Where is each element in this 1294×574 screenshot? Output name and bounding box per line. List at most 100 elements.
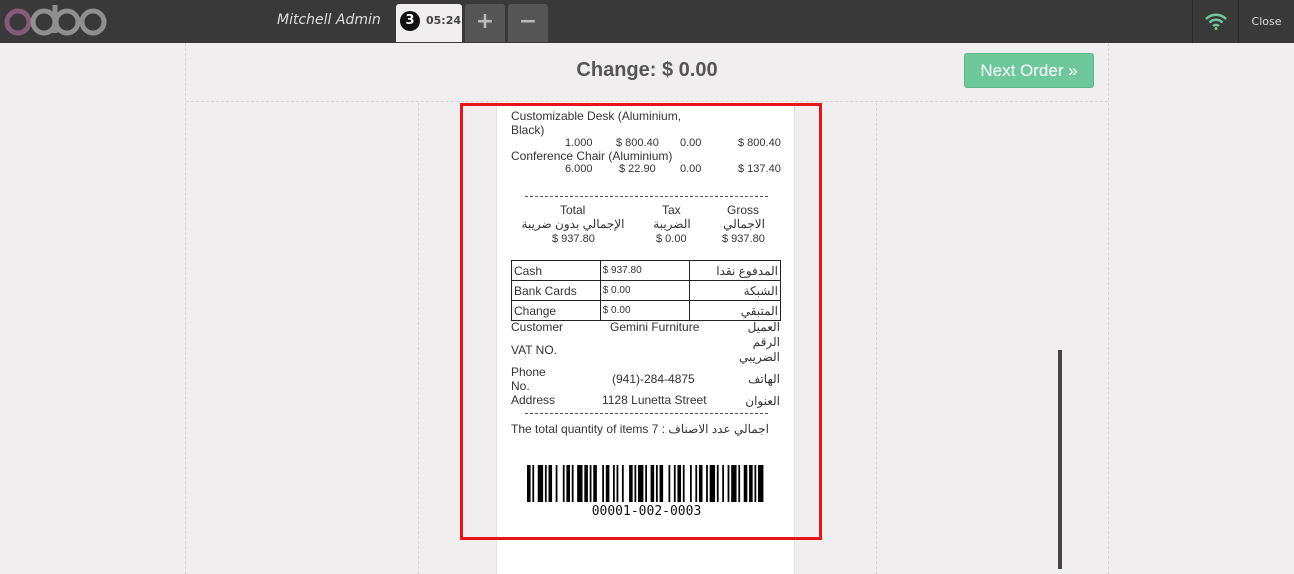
phone-label: No. — [511, 379, 530, 393]
barcode-bar — [698, 465, 703, 502]
next-order-button[interactable]: Next Order » — [964, 53, 1094, 88]
add-order-button[interactable]: + — [465, 4, 505, 42]
line-product-name: Customizable Desk (Aluminium, — [511, 109, 682, 123]
line-total: $ 137.40 — [738, 163, 781, 175]
barcode-bar — [716, 465, 719, 502]
summary-gross-value: $ 937.80 — [722, 233, 765, 245]
summary-total-label: Total — [560, 203, 586, 217]
order-number-badge: 3 — [400, 11, 420, 31]
barcode-bar — [548, 465, 553, 502]
barcode-bar — [659, 465, 664, 502]
vat-label-ar: الضريبي — [739, 350, 780, 364]
payments-table: Cash $ 937.80 المدفوع نقدا Bank Cards $ … — [511, 260, 781, 321]
payment-label: Change — [511, 300, 601, 321]
barcode-bar — [612, 465, 615, 502]
line-tax: 0.00 — [680, 163, 702, 175]
line-price: $ 22.90 — [619, 163, 656, 175]
summary-tax-value: $ 0.00 — [656, 233, 687, 245]
barcode-bar — [689, 465, 692, 502]
barcode-bar — [589, 465, 592, 502]
payment-amount: $ 0.00 — [599, 300, 691, 321]
barcode-bar — [638, 465, 644, 502]
summary-total-label-ar: الإجمالي بدون ضريبة — [521, 217, 625, 231]
receipt-screen-header: Change: $ 0.00 Next Order » — [186, 43, 1108, 102]
customer-label: Customer — [511, 320, 564, 334]
barcode-bar — [743, 465, 748, 502]
remove-order-button[interactable]: − — [508, 4, 548, 42]
barcode-bar — [605, 465, 610, 502]
phone-label: Phone — [511, 365, 546, 379]
barcode-bar — [727, 465, 730, 502]
address-label-ar: العنوان — [745, 394, 780, 408]
total-quantity: The total quantity of items 7 : اجمالي ع… — [511, 422, 769, 436]
barcode-bar — [695, 465, 698, 502]
barcode-bar — [709, 465, 716, 502]
connection-status[interactable] — [1192, 0, 1239, 43]
vat-label-ar: الرقم — [752, 335, 780, 349]
order-time: 05:24 — [426, 14, 462, 27]
barcode-bar — [629, 465, 633, 502]
summary-gross-label-ar: الاجمالي — [723, 217, 765, 231]
barcode-bar — [634, 465, 637, 502]
barcode-bar — [706, 465, 708, 502]
payment-label-ar: المدفوع نقدا — [689, 260, 781, 281]
barcode-bar — [677, 465, 682, 502]
payment-row: Change $ 0.00 المتبقي — [511, 300, 781, 321]
payment-label-ar: الشبكة — [689, 280, 781, 301]
barcode-bar — [544, 465, 547, 502]
barcode-bar — [602, 465, 605, 502]
barcode-bar — [571, 465, 574, 502]
barcode-bar — [555, 465, 558, 502]
payment-amount: $ 0.00 — [599, 280, 691, 301]
payment-label-ar: المتبقي — [689, 300, 781, 321]
vat-label: VAT NO. — [511, 343, 558, 357]
scrollbar[interactable] — [1058, 350, 1062, 569]
barcode-bar — [673, 465, 676, 502]
barcode-bar — [532, 465, 535, 502]
barcode-bar — [645, 465, 647, 502]
order-tab-active[interactable]: 3 05:24 — [396, 4, 462, 42]
line-tax: 0.00 — [680, 137, 702, 149]
barcode-bar — [758, 465, 764, 502]
payment-amount: $ 937.80 — [599, 260, 691, 281]
barcode-bar — [749, 465, 753, 502]
barcode-bar — [754, 465, 757, 502]
close-button[interactable]: Close — [1239, 0, 1294, 43]
line-total: $ 800.40 — [738, 137, 781, 149]
barcode-bar — [722, 465, 725, 502]
barcode-bar — [577, 465, 583, 502]
payment-label: Bank Cards — [511, 280, 601, 301]
divider — [876, 103, 877, 574]
phone-label-ar: الهاتف — [748, 372, 780, 386]
barcode-bar — [584, 465, 588, 502]
line-qty: 6.000 — [565, 163, 593, 175]
barcode-bar — [616, 465, 619, 502]
payment-row: Bank Cards $ 0.00 الشبكة — [511, 280, 781, 301]
payment-label: Cash — [511, 260, 601, 281]
summary-tax-label: Tax — [662, 203, 681, 217]
barcode-bar — [566, 465, 570, 502]
summary-gross-label: Gross — [727, 203, 760, 217]
line-qty: 1.000 — [565, 137, 593, 149]
line-price: $ 800.40 — [616, 137, 659, 149]
barcode-bar — [731, 465, 737, 502]
summary-tax-label-ar: الضريبة — [653, 217, 691, 231]
receipt-paper: Customizable Desk (Aluminium, Black) 1.0… — [496, 102, 795, 574]
line-product-name: Black) — [511, 123, 545, 137]
barcode-bar — [537, 465, 544, 502]
barcode — [527, 465, 764, 502]
address-value: 1128 Lunetta Street — [602, 393, 707, 407]
barcode-bar — [655, 465, 658, 502]
separator — [525, 413, 768, 414]
barcode-bar — [593, 465, 597, 502]
cashier-name[interactable]: Mitchell Admin — [277, 12, 381, 28]
customer-label-ar: العميل — [747, 320, 780, 334]
separator — [525, 196, 768, 197]
address-label: Address — [511, 393, 556, 407]
barcode-bar — [738, 465, 741, 502]
barcode-bar — [668, 465, 671, 502]
barcode-number: 00001-002-0003 — [591, 504, 702, 519]
divider — [418, 103, 419, 574]
barcode-bar — [650, 465, 655, 502]
line-product-name: Conference Chair (Aluminium) — [511, 149, 673, 163]
